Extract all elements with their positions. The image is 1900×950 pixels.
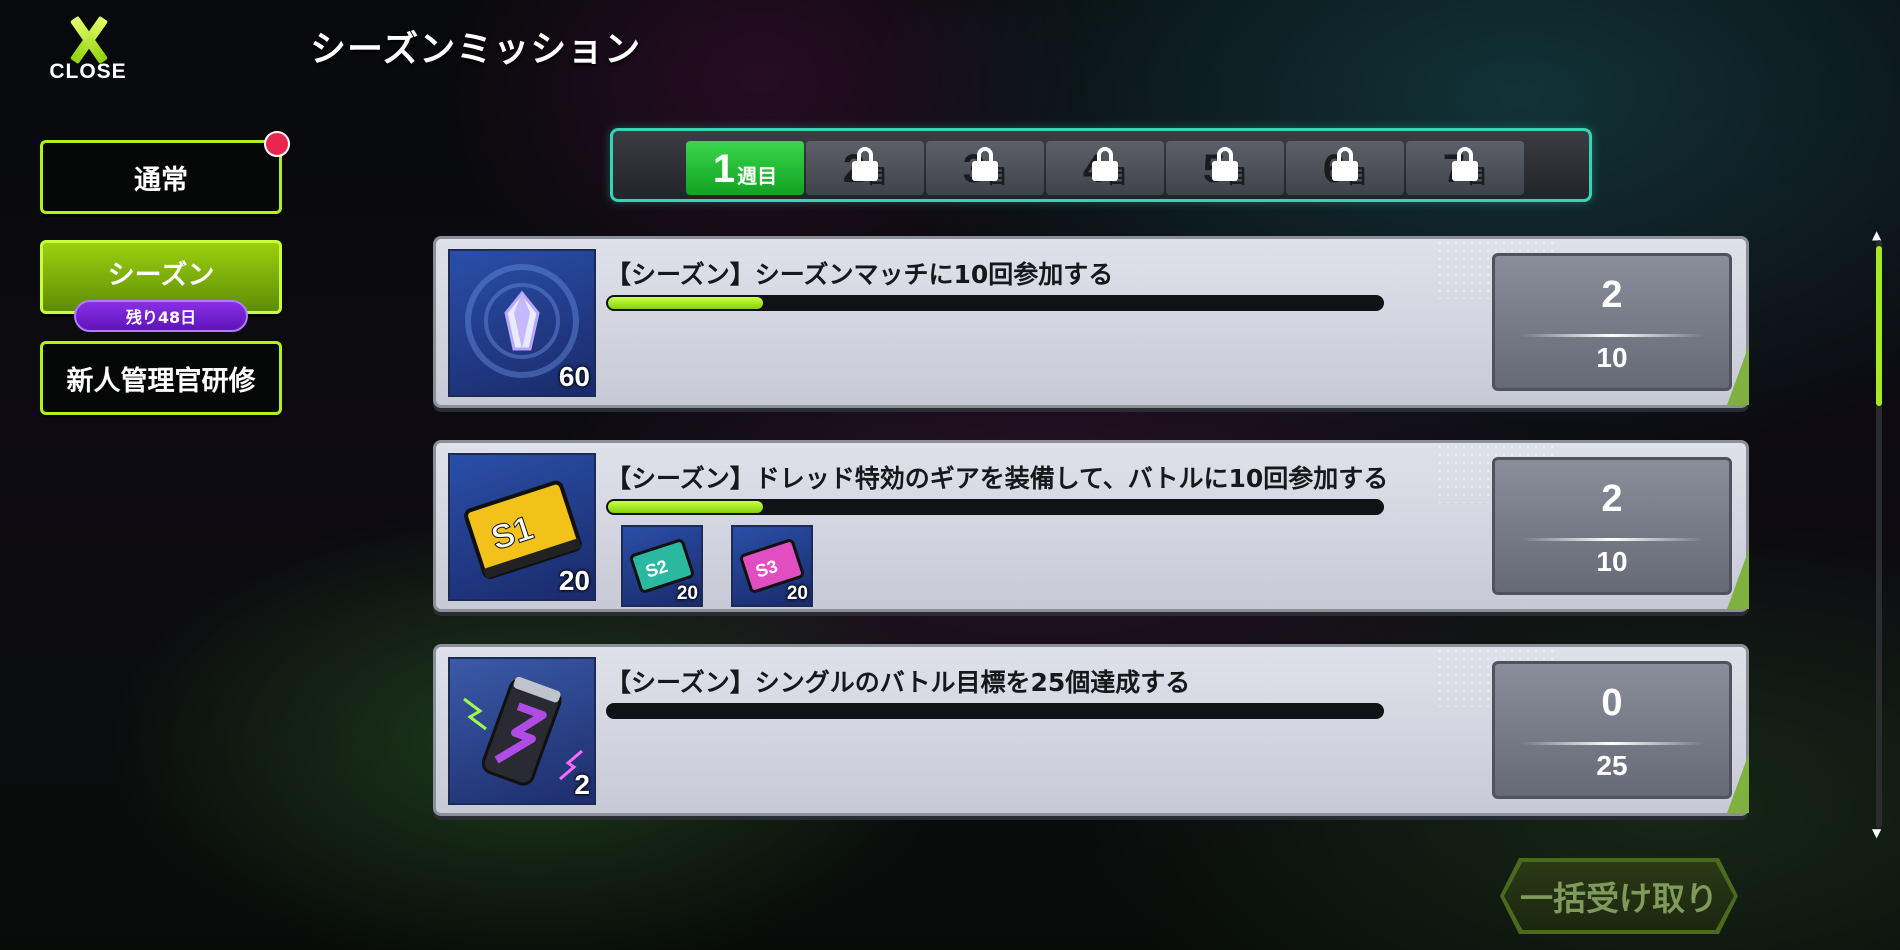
progress-fill [608,297,763,309]
lock-icon [1092,147,1118,181]
remaining-days-badge: 残り48日 [74,300,248,332]
claim-all-button[interactable]: 一括受け取り [1500,858,1738,934]
mission-card: 2 【シーズン】シングルのバトル目標を25個達成する 0 25 [433,644,1749,816]
tab-week-3[interactable]: 3 目 [926,141,1044,195]
goal-count: 10 [1596,342,1628,373]
current-count: 2 [1601,478,1623,520]
scroll-down-arrow[interactable]: ▼ [1872,826,1881,840]
close-icon [66,18,110,62]
lock-icon [1332,147,1358,181]
tab-week-2[interactable]: 2 目 [806,141,924,195]
reward-item[interactable]: 60 [448,249,596,397]
nav-item-rookie-training[interactable]: 新人管理官研修 [40,341,282,415]
mission-card: S1 20 【シーズン】ドレッド特効のギアを装備して、バトルに10回参加する S… [433,440,1749,612]
tab-week-5[interactable]: 5 目 [1166,141,1284,195]
lock-icon [1452,147,1478,181]
scrollbar[interactable] [1876,240,1882,828]
divider [1521,742,1703,745]
energy-drink-icon [463,676,583,786]
nav-item-label: 新人管理官研修 [66,365,256,397]
divider [1521,538,1703,541]
claim-all-label: 一括受け取り [1520,879,1718,918]
notification-badge [264,131,290,157]
nav-item-normal[interactable]: 通常 [40,140,282,214]
week-tabs: 1 週目 2 目 3 目 4 目 5 目 6 目 7 目 [610,128,1592,202]
reward-item[interactable]: 2 [448,657,596,805]
goal-count: 25 [1596,750,1628,781]
nav-item-label: シーズン [107,259,215,291]
nav-item-label: 通常 [134,164,188,196]
reward-quantity: 2 [574,769,590,800]
lock-icon [1212,147,1238,181]
reward-quantity: 20 [558,565,590,596]
tab-week-7[interactable]: 7 目 [1406,141,1524,195]
tab-week-6[interactable]: 6 目 [1286,141,1404,195]
mission-card: 60 【シーズン】シーズンマッチに10回参加する 2 10 [433,236,1749,408]
progress-counter: 2 10 [1492,457,1732,595]
current-count: 0 [1601,682,1623,724]
week-suffix: 週目 [737,164,778,188]
progress-fill [608,501,763,513]
scrollbar-thumb[interactable] [1876,246,1882,406]
week-number: 1 [712,147,736,191]
progress-bar [606,499,1384,515]
mission-title: 【シーズン】シーズンマッチに10回参加する [606,260,1114,289]
progress-counter: 0 25 [1492,661,1732,799]
current-count: 2 [1601,274,1623,316]
tab-week-4[interactable]: 4 目 [1046,141,1164,195]
reward-quantity: 20 [676,583,698,604]
progress-bar [606,703,1384,719]
mission-title: 【シーズン】シングルのバトル目標を25個達成する [606,668,1191,697]
close-label: CLOSE [49,60,127,83]
page-title: シーズンミッション [310,29,642,70]
lock-icon [972,147,998,181]
sub-reward-item[interactable]: S3 20 [731,525,813,607]
reward-quantity: 60 [558,361,590,392]
close-button[interactable]: CLOSE [36,18,140,84]
sub-reward-item[interactable]: S2 20 [621,525,703,607]
lock-icon [852,147,878,181]
tab-week-1[interactable]: 1 週目 [686,141,804,195]
goal-count: 10 [1596,546,1628,577]
mission-title: 【シーズン】ドレッド特効のギアを装備して、バトルに10回参加する [606,464,1389,493]
reward-item[interactable]: S1 20 [448,453,596,601]
progress-counter: 2 10 [1492,253,1732,391]
progress-bar [606,295,1384,311]
divider [1521,334,1703,337]
reward-quantity: 20 [786,583,808,604]
